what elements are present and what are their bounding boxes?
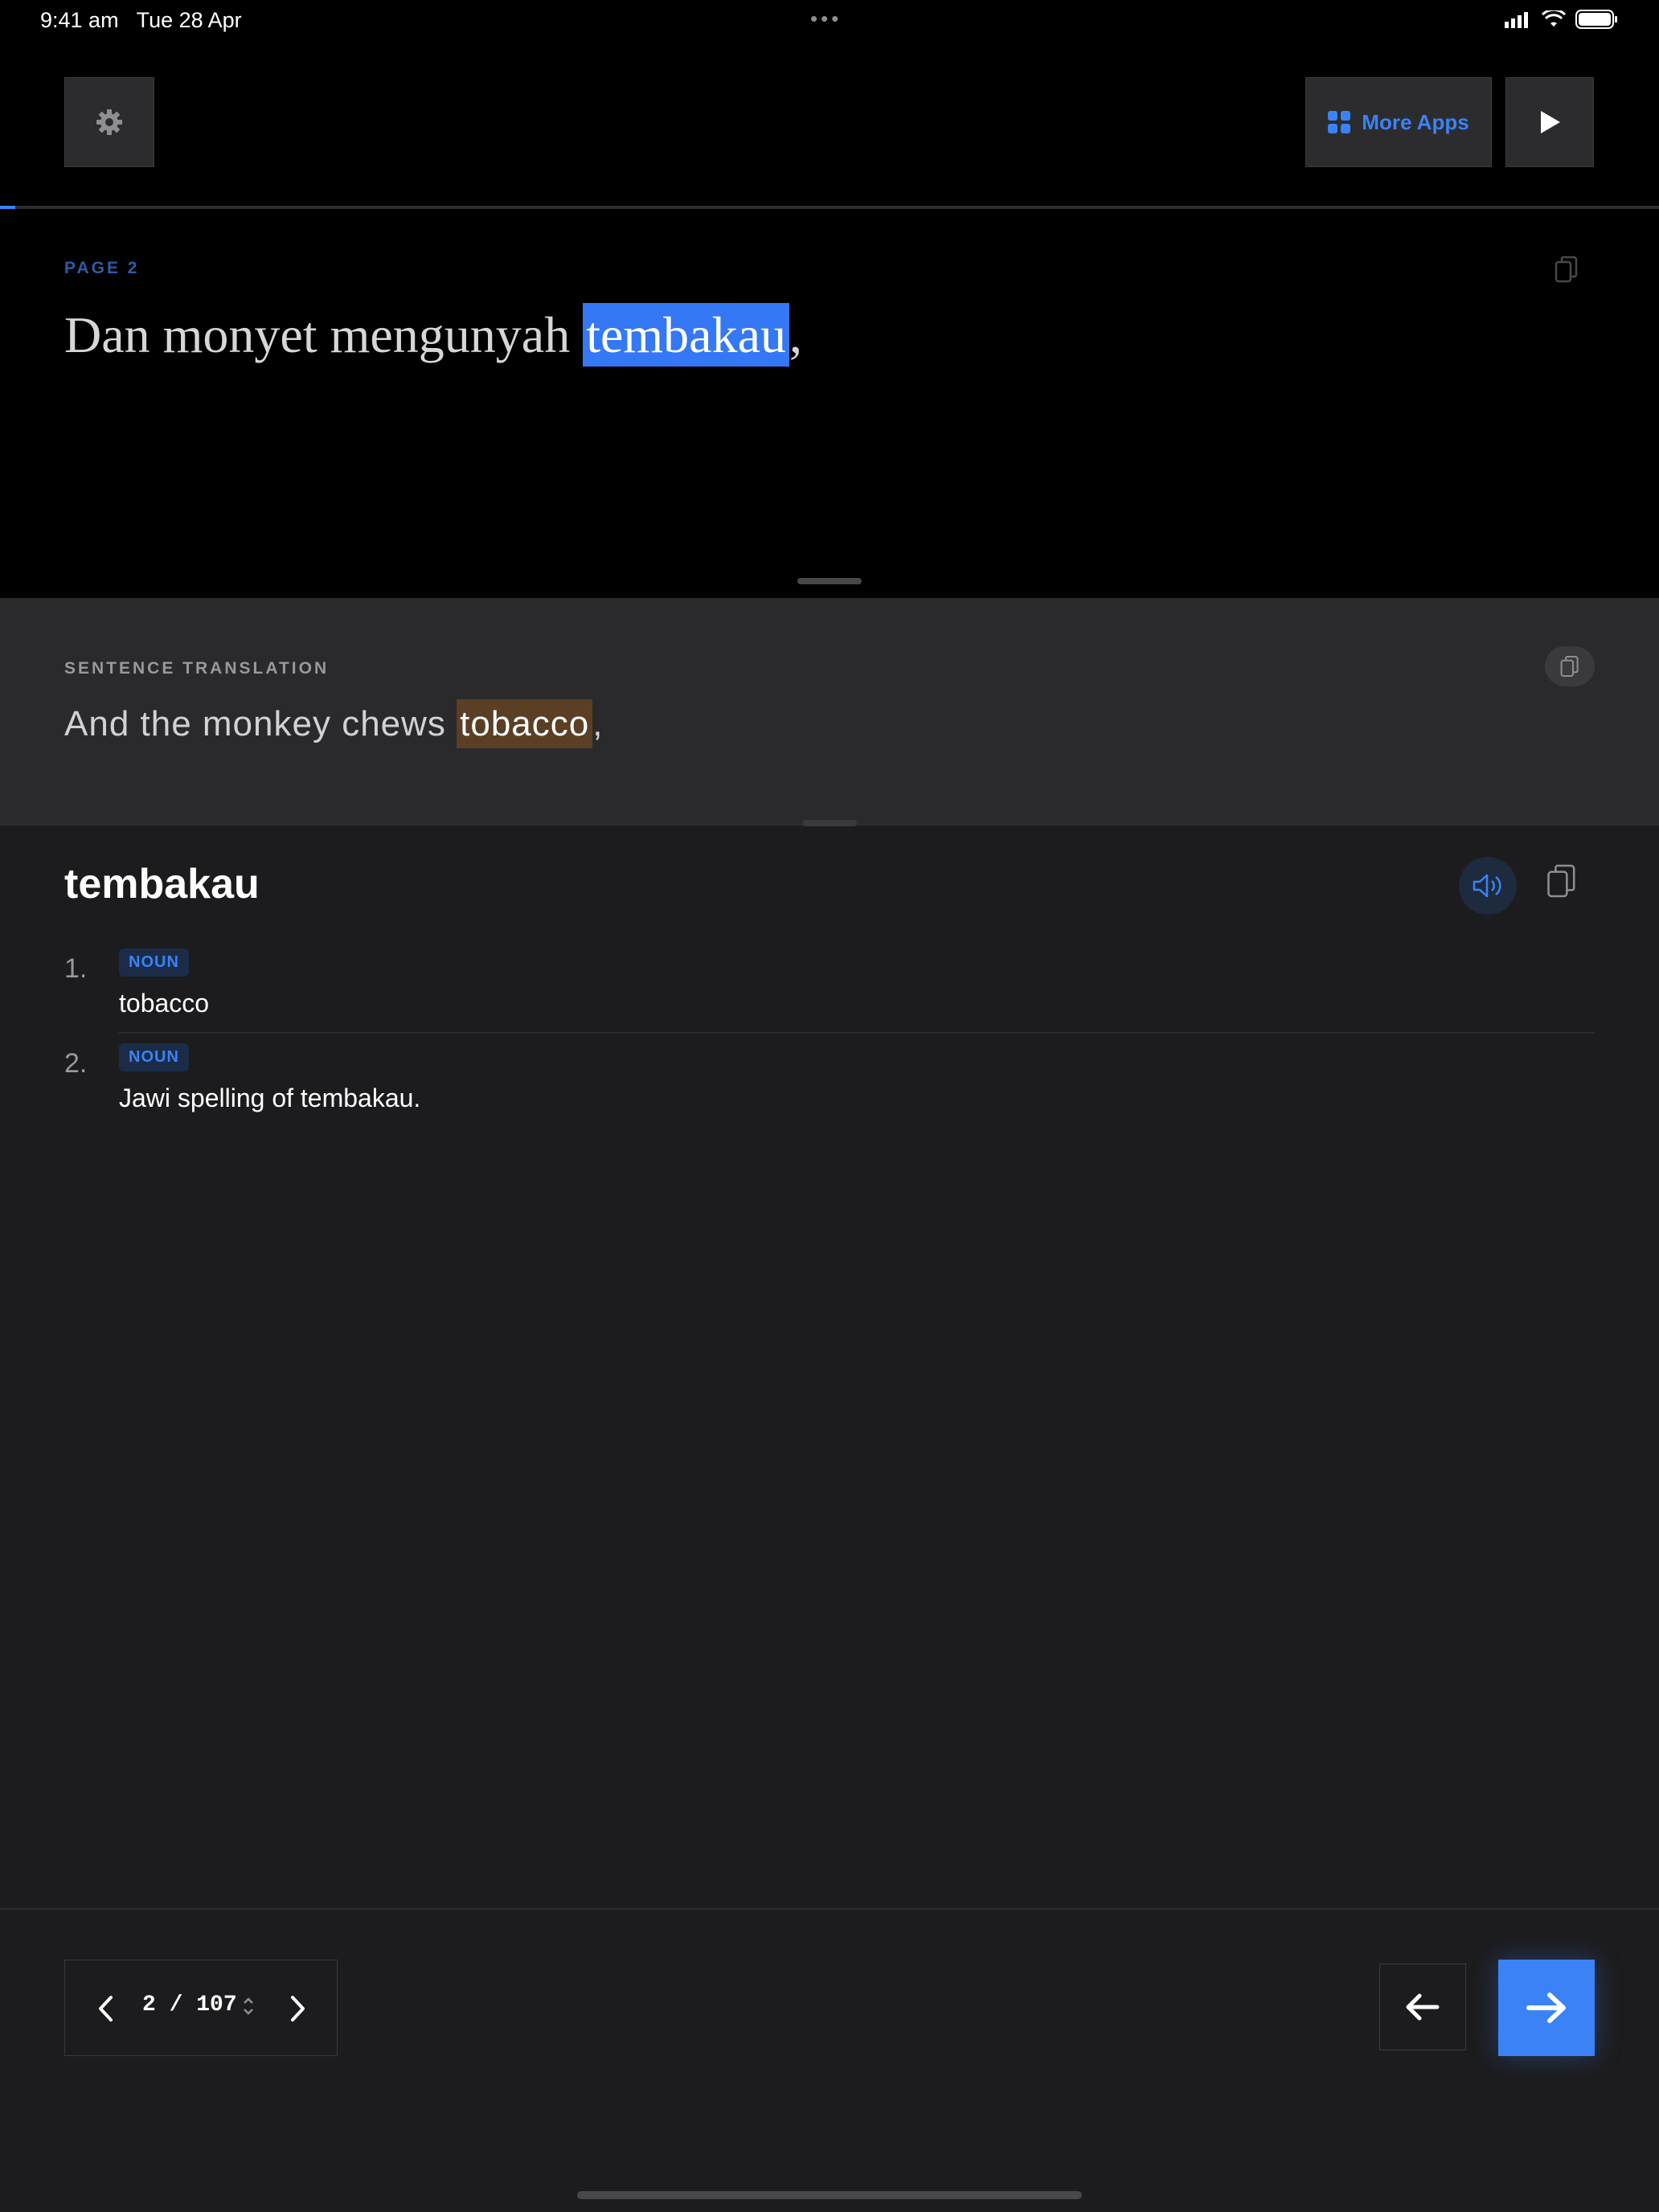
sentence-text[interactable]: Dan monyet mengunyah: [64, 306, 583, 363]
definition-separator: [119, 1032, 1595, 1034]
sentence-punctuation: ,: [789, 306, 802, 363]
definition-text: Jawi spelling of tembakau.: [119, 1083, 421, 1112]
gear-icon: [96, 109, 122, 135]
pronounce-button[interactable]: [1459, 857, 1517, 915]
reader-panel: 9:41 am Tue 28 Apr ••• More Apps PAGE 2 …: [0, 0, 1659, 598]
status-bar: 9:41 am Tue 28 Apr •••: [0, 0, 1659, 39]
translation-highlight: tobacco: [457, 699, 593, 748]
more-apps-button[interactable]: More Apps: [1305, 77, 1492, 167]
page-navigator: 2 / 107: [64, 1960, 338, 2056]
updown-icon: [244, 1997, 253, 2015]
source-sentence: Dan monyet mengunyah tembakau,: [64, 303, 802, 367]
next-sentence-button[interactable]: [1498, 1960, 1595, 2056]
page-count[interactable]: 2 / 107: [142, 1993, 237, 2017]
bottom-bar-divider: [0, 1908, 1659, 1910]
reading-progress-bar: [0, 206, 1659, 209]
page-label: PAGE 2: [64, 259, 140, 277]
copy-icon: [1547, 864, 1575, 898]
translation-sentence: And the monkey chews tobacco,: [64, 699, 604, 748]
part-of-speech-badge: NOUN: [119, 1043, 189, 1071]
panel-drag-handle[interactable]: [797, 578, 862, 584]
next-page-button[interactable]: [281, 1989, 316, 2028]
definition-drag-handle[interactable]: [802, 820, 857, 826]
status-time: 9:41 am Tue 28 Apr: [40, 8, 242, 32]
arrow-left-icon: [1406, 1993, 1440, 2021]
translation-text: And the monkey chews: [64, 704, 457, 743]
play-button[interactable]: [1505, 77, 1594, 167]
home-indicator[interactable]: [577, 2191, 1082, 2199]
copy-translation-button[interactable]: [1545, 646, 1595, 686]
wifi-icon: [1542, 10, 1566, 27]
copy-icon: [1555, 256, 1578, 283]
selected-word[interactable]: tembakau: [583, 303, 789, 367]
play-icon: [1541, 111, 1560, 133]
battery-icon: [1575, 10, 1617, 29]
grid-icon: [1328, 111, 1351, 133]
definition-number: 2.: [64, 1048, 88, 1079]
definition-number: 1.: [64, 953, 88, 984]
definition-word: tembakau: [64, 861, 260, 907]
reading-progress-fill: [0, 206, 15, 209]
speaker-icon: [1473, 874, 1501, 898]
translation-label: SENTENCE TRANSLATION: [64, 659, 330, 678]
page-picker[interactable]: [242, 1996, 255, 2021]
signal-icon: [1505, 12, 1528, 28]
definition-text: tobacco: [119, 989, 210, 1018]
copy-sentence-button[interactable]: [1555, 256, 1579, 287]
arrow-right-icon: [1526, 1993, 1566, 2023]
previous-sentence-button[interactable]: [1379, 1964, 1466, 2050]
translation-punctuation: ,: [592, 704, 604, 743]
more-apps-label: More Apps: [1362, 109, 1469, 134]
settings-button[interactable]: [64, 77, 154, 167]
previous-page-button[interactable]: [88, 1989, 123, 2028]
status-icons: [1505, 10, 1619, 29]
chevron-left-icon: [99, 1996, 113, 2022]
part-of-speech-badge: NOUN: [119, 948, 189, 977]
copy-definition-button[interactable]: [1546, 863, 1577, 903]
chevron-right-icon: [291, 1996, 305, 2022]
copy-icon: [1560, 656, 1579, 677]
multitasking-dots[interactable]: •••: [810, 6, 842, 31]
